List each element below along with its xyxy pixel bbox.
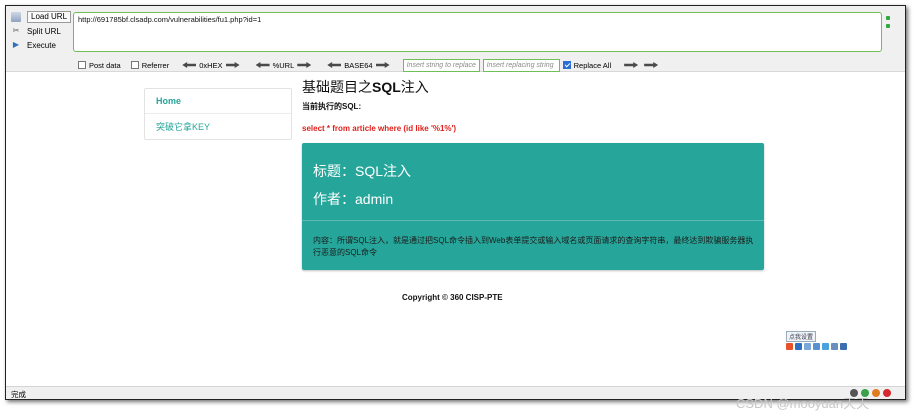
- sidebar-nav: Home 突破它拿KEY: [144, 88, 292, 140]
- status-text: 完成: [11, 390, 26, 399]
- sidebar-item-get-key[interactable]: 突破它拿KEY: [145, 114, 291, 139]
- footer-copyright: Copyright © 360 CISP-PTE: [402, 293, 503, 302]
- ime-skin-icon[interactable]: [831, 343, 838, 350]
- ime-keyboard-icon[interactable]: [822, 343, 829, 350]
- ime-chinese-icon[interactable]: [795, 343, 802, 350]
- url-encoder: %URL: [253, 61, 315, 70]
- referrer-checkbox[interactable]: Referrer: [130, 60, 170, 70]
- referrer-label: Referrer: [141, 60, 170, 70]
- replace-arrow-icon[interactable]: [624, 62, 639, 68]
- article-card: 标题：SQL注入 作者：admin 内容：所谓SQL注入，就是通过把SQL命令插…: [302, 143, 764, 270]
- load-url-label: Load URL: [27, 11, 72, 23]
- split-url-label: Split URL: [27, 26, 61, 36]
- replace-arrow-icon[interactable]: [644, 62, 659, 68]
- title-prefix: 基础题目之: [302, 79, 372, 95]
- ime-settings-button[interactable]: 点我设置: [786, 331, 817, 342]
- split-url-icon: ✂: [12, 26, 20, 35]
- title-suffix: 注入: [400, 79, 429, 95]
- extension-icon[interactable]: [872, 389, 880, 397]
- encode-arrow-icon[interactable]: [375, 62, 390, 68]
- article-title: 标题：SQL注入: [313, 163, 412, 179]
- base64-encoder: BASE64: [324, 61, 392, 70]
- replace-with-input[interactable]: Insert replacing string: [482, 58, 560, 72]
- page-title: 基础题目之SQL注入: [302, 77, 429, 97]
- post-data-label: Post data: [89, 60, 121, 70]
- post-data-checkbox[interactable]: Post data: [78, 61, 121, 70]
- url-encode-label: %URL: [272, 60, 295, 70]
- hackbar-actions: Load URL ✂ Split URL ▶ Execute: [11, 10, 73, 52]
- ime-logo-icon[interactable]: [786, 343, 793, 350]
- decode-arrow-icon[interactable]: [255, 62, 270, 68]
- replace-all-checkbox[interactable]: Replace All: [562, 60, 612, 70]
- card-divider: [302, 220, 764, 221]
- hex-encoder: 0xHEX: [179, 61, 242, 70]
- replace-controls: [621, 62, 661, 68]
- browser-window: Load URL ✂ Split URL ▶ Execute http://69…: [5, 5, 906, 400]
- checkbox-icon: [78, 61, 86, 69]
- sidebar-item-home[interactable]: Home: [145, 89, 291, 114]
- execute-label: Execute: [27, 40, 56, 50]
- checkbox-checked-icon: [562, 61, 571, 69]
- decode-arrow-icon[interactable]: [327, 62, 342, 68]
- hex-label: 0xHEX: [199, 60, 223, 70]
- article-author: 作者：admin: [313, 191, 394, 207]
- security-icon[interactable]: [883, 389, 891, 397]
- sql-query: select * from article where (id like '%1…: [302, 124, 457, 133]
- ime-moon-icon[interactable]: [804, 343, 811, 350]
- ime-toolbar: 点我设置: [786, 331, 847, 350]
- load-url-icon: [11, 12, 21, 22]
- title-bold: SQL: [372, 79, 401, 95]
- hackbar-toolbar: Load URL ✂ Split URL ▶ Execute http://69…: [6, 6, 905, 72]
- replace-search-input[interactable]: Insert string to replace: [402, 58, 480, 72]
- decode-arrow-icon[interactable]: [182, 62, 197, 68]
- checkbox-icon: [130, 61, 139, 69]
- url-textarea[interactable]: http://691785bf.clsadp.com/vulnerabiliti…: [73, 12, 882, 52]
- article-content: 内容：所谓SQL注入，就是通过把SQL命令插入到Web表单提交或输入域名或页面请…: [313, 236, 754, 257]
- execute-button[interactable]: ▶ Execute: [11, 38, 73, 52]
- marker-icon: [886, 16, 890, 20]
- ime-punct-icon[interactable]: [813, 343, 820, 350]
- base64-label: BASE64: [344, 60, 373, 70]
- load-url-button[interactable]: Load URL: [11, 10, 73, 24]
- encode-arrow-icon[interactable]: [225, 62, 240, 68]
- watermark: CSDN @mooyuan天天: [736, 396, 870, 411]
- hackbar-options-row: Post data Referrer 0xHEX %URL BASE64 Ins…: [78, 58, 671, 72]
- ime-tool-icon[interactable]: [840, 343, 847, 350]
- sql-label: 当前执行的SQL:: [302, 102, 362, 111]
- split-url-button[interactable]: ✂ Split URL: [11, 24, 73, 38]
- hackbar-side-markers: [886, 16, 892, 32]
- marker-icon: [886, 24, 890, 28]
- ime-icon-bar: [786, 343, 847, 350]
- encode-arrow-icon[interactable]: [297, 62, 312, 68]
- execute-icon: ▶: [12, 40, 20, 49]
- replace-all-label: Replace All: [573, 60, 612, 70]
